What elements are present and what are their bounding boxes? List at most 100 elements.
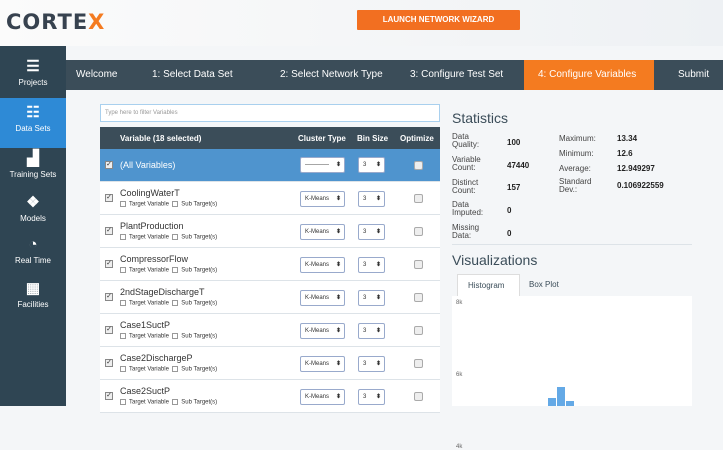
histogram-chart: 8k 6k 4k [452,296,692,450]
average-value: 12.949297 [617,164,655,173]
bin-size-select[interactable]: 3 ⬍ [358,323,385,339]
bin-size-select[interactable]: 3 ⬍ [358,356,385,372]
top-bar: CORTEX LAUNCH NETWORK WIZARD [0,0,723,46]
table-row: ✓ CoolingWaterT Target Variable Sub Target… [100,182,440,215]
histogram-bar [565,401,574,406]
maximum-label: Maximum: [559,134,596,143]
optimize-checkbox[interactable] [414,161,423,170]
standard-dev-label: Standard Dev.: [559,177,592,194]
sub-target-checkbox[interactable] [172,333,179,339]
select-arrow-icon: ⬍ [375,394,381,400]
chart-icon: ▟ [27,150,39,167]
cluster-type-select[interactable]: K-Means ⬍ [300,191,345,207]
sub-target-checkbox[interactable] [172,399,179,405]
variable-checkbox[interactable]: ✓ [105,326,113,334]
sub-target-label: Sub Target(s) [181,201,218,208]
target-variable-checkbox[interactable] [120,333,126,339]
launch-network-wizard-button[interactable]: LAUNCH NETWORK WIZARD [357,10,520,30]
select-arrow-icon: ⬍ [335,162,341,168]
sidebar-item-training-sets[interactable]: ▟ Training Sets [0,144,66,194]
cluster-type-select[interactable]: K-Means ⬍ [300,257,345,273]
target-variable-checkbox[interactable] [120,267,126,273]
step-configure-test-set[interactable]: 3: Configure Test Set [410,60,503,90]
cluster-type-select[interactable]: K-Means ⬍ [300,389,345,405]
optimize-checkbox[interactable] [414,227,423,236]
bin-size-select[interactable]: 3 ⬍ [358,157,385,173]
column-optimize[interactable]: Optimize [400,134,434,143]
select-arrow-icon: ⬍ [335,196,341,202]
bin-size-select[interactable]: 3 ⬍ [358,224,385,240]
sidebar-item-real-time[interactable]: ◔ Real Time [0,230,66,280]
select-arrow-icon: ⬍ [375,229,381,235]
optimize-checkbox[interactable] [414,194,423,203]
tab-histogram[interactable]: Histogram [457,274,520,296]
statistics-title: Statistics [452,110,509,126]
target-variable-checkbox[interactable] [120,366,126,372]
sidebar-item-projects[interactable]: ☰ Projects [0,52,66,102]
wizard-steps: Welcome 1: Select Data Set 2: Select Net… [66,60,723,90]
minimum-label: Minimum: [559,149,594,158]
variable-checkbox[interactable]: ✓ [105,359,113,367]
cluster-type-select[interactable]: K-Means ⬍ [300,356,345,372]
variable-checkbox[interactable]: ✓ [105,227,113,235]
sidebar-item-label: Models [20,214,46,223]
target-options: Target Variable Sub Target(s) [120,300,217,307]
variable-checkbox[interactable]: ✓ [105,194,113,202]
target-variable-checkbox[interactable] [120,300,126,306]
sub-target-checkbox[interactable] [172,234,179,240]
target-variable-label: Target Variable [129,201,169,208]
select-arrow-icon: ⬍ [375,262,381,268]
bin-size-select[interactable]: 3 ⬍ [358,389,385,405]
select-value: K-Means [305,229,330,235]
sidebar-item-label: Real Time [14,256,51,265]
datasets-icon: ☷ [26,104,40,121]
column-cluster-type[interactable]: Cluster Type [298,134,346,143]
tab-box-plot[interactable]: Box Plot [529,274,559,296]
column-bin-size[interactable]: Bin Size [357,134,388,143]
cluster-type-select[interactable]: ———— ⬍ [300,157,345,173]
optimize-checkbox[interactable] [414,326,423,335]
maximum-value: 13.34 [617,134,638,143]
table-row: ✓ Case1SuctP Target Variable Sub Target(s)… [100,314,440,347]
step-configure-variables[interactable]: 4: Configure Variables [524,60,654,90]
target-variable-checkbox[interactable] [120,234,126,240]
step-submit[interactable]: Submit [678,60,709,90]
select-all-checkbox[interactable]: ✓ [105,161,113,169]
optimize-checkbox[interactable] [414,260,423,269]
sub-target-checkbox[interactable] [172,300,179,306]
bin-size-select[interactable]: 3 ⬍ [358,257,385,273]
cluster-type-select[interactable]: K-Means ⬍ [300,290,345,306]
distinct-count-value: 157 [507,183,521,192]
optimize-checkbox[interactable] [414,359,423,368]
target-variable-label: Target Variable [129,234,169,241]
sub-target-checkbox[interactable] [172,201,179,207]
divider [452,244,692,245]
bin-size-select[interactable]: 3 ⬍ [358,290,385,306]
target-options: Target Variable Sub Target(s) [120,399,217,406]
sub-target-checkbox[interactable] [172,267,179,273]
variable-checkbox[interactable]: ✓ [105,293,113,301]
variable-checkbox[interactable]: ✓ [105,260,113,268]
optimize-checkbox[interactable] [414,392,423,401]
table-row: ✓ CompressorFlow Target Variable Sub Targe… [100,248,440,281]
optimize-checkbox[interactable] [414,293,423,302]
cluster-type-select[interactable]: K-Means ⬍ [300,323,345,339]
target-variable-label: Target Variable [129,399,169,406]
step-welcome[interactable]: Welcome [76,60,118,90]
filter-variables-input[interactable]: Type here to filter Variables [100,104,440,122]
sub-target-checkbox[interactable] [172,366,179,372]
sidebar-item-data-sets[interactable]: ☷ Data Sets [0,98,66,148]
cluster-type-select[interactable]: K-Means ⬍ [300,224,345,240]
target-variable-checkbox[interactable] [120,399,126,405]
select-arrow-icon: ⬍ [375,162,381,168]
step-select-network-type[interactable]: 2: Select Network Type [280,60,383,90]
variable-checkbox[interactable]: ✓ [105,392,113,400]
target-variable-checkbox[interactable] [120,201,126,207]
data-quality-value: 100 [507,138,521,147]
building-icon: ▦ [25,280,41,297]
bin-size-select[interactable]: 3 ⬍ [358,191,385,207]
sidebar-item-facilities[interactable]: ▦ Facilities [0,274,66,324]
column-variable[interactable]: Variable (18 selected) [120,134,201,143]
step-select-data-set[interactable]: 1: Select Data Set [152,60,233,90]
table-row: ✓ PlantProduction Target Variable Sub Targ… [100,215,440,248]
